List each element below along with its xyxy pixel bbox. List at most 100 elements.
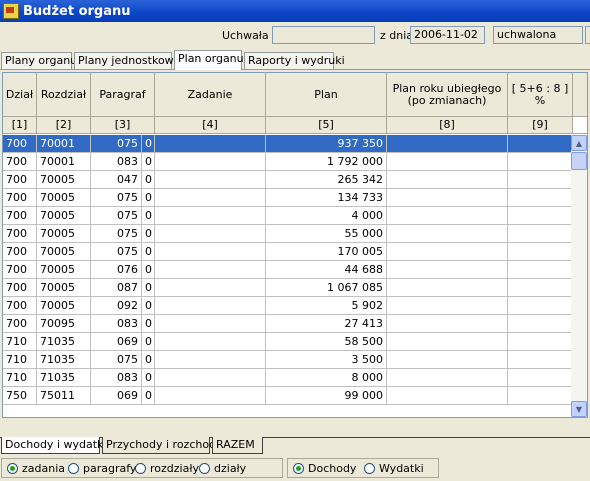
- cell-zadanie[interactable]: [155, 171, 266, 189]
- cell-rozdzial[interactable]: 70005: [37, 279, 91, 297]
- cell-paragraf[interactable]: 069: [91, 333, 142, 351]
- cell-plan[interactable]: 5 902: [266, 297, 387, 315]
- tab-dochody-i-wydatki[interactable]: Dochody i wydatki: [1, 437, 106, 454]
- cell-procent[interactable]: [508, 369, 573, 387]
- cell-p[interactable]: 0: [142, 351, 155, 369]
- cell-p[interactable]: 0: [142, 279, 155, 297]
- col-rozdzial-header[interactable]: Rozdział: [37, 73, 91, 117]
- cell-procent[interactable]: [508, 297, 573, 315]
- col-plan-header[interactable]: Plan: [266, 73, 387, 117]
- col-zadanie-header[interactable]: Zadanie: [155, 73, 266, 117]
- cell-p[interactable]: 0: [142, 261, 155, 279]
- cell-procent[interactable]: [508, 189, 573, 207]
- cell-rozdzial[interactable]: 70001: [37, 135, 91, 153]
- table-row[interactable]: 700 70001 083 0 1 792 000: [3, 153, 573, 171]
- cell-paragraf[interactable]: 087: [91, 279, 142, 297]
- cell-plan[interactable]: 265 342: [266, 171, 387, 189]
- tab-przychody-i-rozchody[interactable]: Przychody i rozchody: [102, 437, 223, 454]
- cell-procent[interactable]: [508, 315, 573, 333]
- uchwala-field[interactable]: [272, 26, 375, 44]
- cell-dzial[interactable]: 700: [3, 243, 37, 261]
- cell-paragraf[interactable]: 075: [91, 351, 142, 369]
- table-row[interactable]: 700 70005 047 0 265 342: [3, 171, 573, 189]
- cell-plan-ubiegly[interactable]: [387, 171, 508, 189]
- cell-dzial[interactable]: 700: [3, 225, 37, 243]
- cell-paragraf[interactable]: 092: [91, 297, 142, 315]
- radio-dzialy[interactable]: działy: [199, 462, 246, 475]
- tab-plany-jednostkowe[interactable]: Plany jednostkowe: [74, 52, 180, 69]
- cell-plan-ubiegly[interactable]: [387, 387, 508, 405]
- cell-rozdzial[interactable]: 70005: [37, 207, 91, 225]
- col-dzial-header[interactable]: Dział: [3, 73, 37, 117]
- scroll-up-icon[interactable]: ▲: [571, 135, 587, 151]
- cell-plan-ubiegly[interactable]: [387, 243, 508, 261]
- cell-procent[interactable]: [508, 243, 573, 261]
- cell-dzial[interactable]: 700: [3, 261, 37, 279]
- cell-plan-ubiegly[interactable]: [387, 135, 508, 153]
- cell-plan[interactable]: 1 792 000: [266, 153, 387, 171]
- col-procent-header[interactable]: [ 5+6 : 8 ] %: [508, 73, 573, 117]
- table-row[interactable]: 750 75011 069 0 99 000: [3, 387, 573, 405]
- cell-paragraf[interactable]: 083: [91, 369, 142, 387]
- cell-dzial[interactable]: 750: [3, 387, 37, 405]
- radio-rozdzialy[interactable]: rozdziały: [135, 462, 199, 475]
- extra-field[interactable]: [585, 26, 590, 44]
- cell-rozdzial[interactable]: 70005: [37, 297, 91, 315]
- cell-procent[interactable]: [508, 171, 573, 189]
- cell-p[interactable]: 0: [142, 315, 155, 333]
- cell-rozdzial[interactable]: 71035: [37, 369, 91, 387]
- cell-rozdzial[interactable]: 70005: [37, 225, 91, 243]
- cell-plan[interactable]: 27 413: [266, 315, 387, 333]
- cell-plan-ubiegly[interactable]: [387, 279, 508, 297]
- scroll-down-icon[interactable]: ▼: [571, 401, 587, 417]
- cell-zadanie[interactable]: [155, 279, 266, 297]
- cell-rozdzial[interactable]: 70005: [37, 243, 91, 261]
- cell-zadanie[interactable]: [155, 351, 266, 369]
- cell-paragraf[interactable]: 083: [91, 153, 142, 171]
- table-row[interactable]: 710 71035 069 0 58 500: [3, 333, 573, 351]
- cell-dzial[interactable]: 710: [3, 351, 37, 369]
- cell-rozdzial[interactable]: 70005: [37, 189, 91, 207]
- cell-plan-ubiegly[interactable]: [387, 351, 508, 369]
- cell-rozdzial[interactable]: 70005: [37, 261, 91, 279]
- cell-plan-ubiegly[interactable]: [387, 261, 508, 279]
- cell-dzial[interactable]: 700: [3, 297, 37, 315]
- cell-procent[interactable]: [508, 387, 573, 405]
- cell-zadanie[interactable]: [155, 333, 266, 351]
- cell-p[interactable]: 0: [142, 369, 155, 387]
- cell-plan-ubiegly[interactable]: [387, 189, 508, 207]
- col-paragraf-header[interactable]: Paragraf: [91, 73, 155, 117]
- cell-p[interactable]: 0: [142, 387, 155, 405]
- cell-paragraf[interactable]: 076: [91, 261, 142, 279]
- scroll-thumb[interactable]: [571, 152, 587, 170]
- radio-paragrafy[interactable]: paragrafy: [68, 462, 136, 475]
- table-row[interactable]: 700 70005 075 0 170 005: [3, 243, 573, 261]
- cell-p[interactable]: 0: [142, 207, 155, 225]
- table-row[interactable]: 700 70005 087 0 1 067 085: [3, 279, 573, 297]
- cell-procent[interactable]: [508, 225, 573, 243]
- cell-zadanie[interactable]: [155, 315, 266, 333]
- cell-plan-ubiegly[interactable]: [387, 369, 508, 387]
- status-field[interactable]: uchwalona: [493, 26, 583, 44]
- radio-dochody[interactable]: Dochody: [293, 462, 356, 475]
- cell-plan[interactable]: 4 000: [266, 207, 387, 225]
- cell-p[interactable]: 0: [142, 189, 155, 207]
- table-row[interactable]: 700 70095 083 0 27 413: [3, 315, 573, 333]
- cell-procent[interactable]: [508, 279, 573, 297]
- cell-dzial[interactable]: 710: [3, 369, 37, 387]
- radio-wydatki[interactable]: Wydatki: [364, 462, 424, 475]
- cell-paragraf[interactable]: 075: [91, 207, 142, 225]
- cell-paragraf[interactable]: 069: [91, 387, 142, 405]
- cell-plan[interactable]: 3 500: [266, 351, 387, 369]
- cell-zadanie[interactable]: [155, 297, 266, 315]
- cell-plan-ubiegly[interactable]: [387, 207, 508, 225]
- budget-grid[interactable]: Dział [1] Rozdział [2] Paragraf [3] Zadanie [4]…: [2, 72, 588, 418]
- table-row[interactable]: 700 70005 075 0 134 733: [3, 189, 573, 207]
- table-row[interactable]: 700 70005 076 0 44 688: [3, 261, 573, 279]
- cell-rozdzial[interactable]: 71035: [37, 351, 91, 369]
- cell-plan[interactable]: 8 000: [266, 369, 387, 387]
- cell-paragraf[interactable]: 047: [91, 171, 142, 189]
- cell-dzial[interactable]: 700: [3, 135, 37, 153]
- cell-procent[interactable]: [508, 135, 573, 153]
- table-row[interactable]: 700 70001 075 0 937 350: [3, 135, 573, 153]
